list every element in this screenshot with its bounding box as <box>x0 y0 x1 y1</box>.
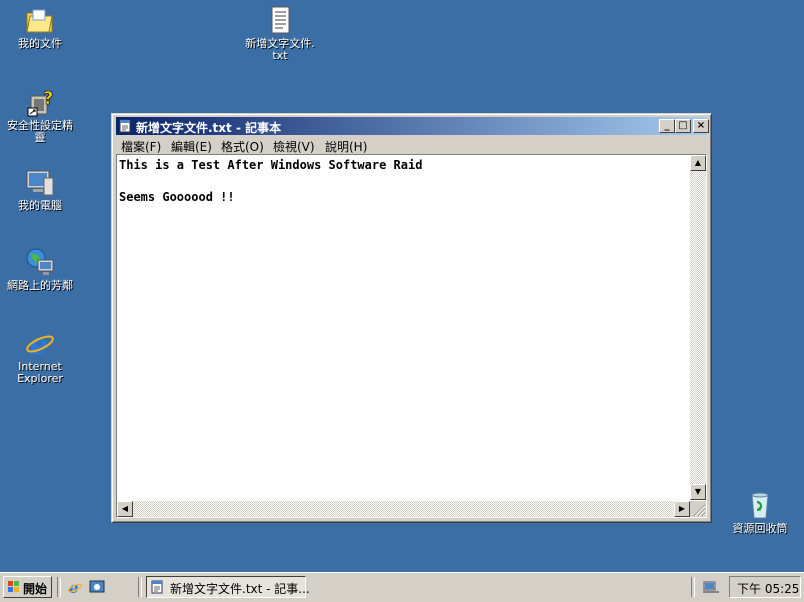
menu-help[interactable]: 說明(H) <box>325 138 367 155</box>
scroll-left-arrow-icon[interactable]: ◀ <box>117 501 133 517</box>
window-titlebar[interactable]: 新增文字文件.txt - 記事本 _ □ × <box>116 117 709 135</box>
taskbar-separator <box>138 577 142 597</box>
recycle-bin-icon <box>744 489 776 521</box>
menu-view[interactable]: 檢視(V) <box>273 138 315 155</box>
horizontal-scrollbar[interactable]: ◀ ▶ <box>117 501 690 517</box>
start-button[interactable]: 開始 <box>3 576 52 598</box>
security-wizard-icon: ? <box>24 86 56 118</box>
vertical-scrollbar[interactable]: ▲ ▼ <box>690 155 706 500</box>
clock[interactable]: 下午 05:25 <box>737 580 799 597</box>
desktop-icon-label: Internet Explorer <box>17 360 63 385</box>
desktop-icon-internet-explorer[interactable]: e Internet Explorer <box>2 327 78 385</box>
desktop-icon-network-places[interactable]: 網路上的芳鄰 <box>2 246 78 292</box>
desktop-icon-recycle-bin[interactable]: 資源回收筒 <box>722 489 798 535</box>
window-title: 新增文字文件.txt - 記事本 <box>136 121 282 135</box>
svg-text:?: ? <box>43 88 53 109</box>
text-editor-area[interactable]: This is a Test After Windows Software Ra… <box>116 154 707 518</box>
notepad-window[interactable]: 新增文字文件.txt - 記事本 _ □ × 檔案(F) 編輯(E) 格式(O)… <box>111 113 712 523</box>
menu-file[interactable]: 檔案(F) <box>121 138 161 155</box>
notepad-icon <box>119 119 132 133</box>
taskbar-separator <box>57 577 61 597</box>
svg-text:e: e <box>69 579 79 595</box>
internet-explorer-quicklaunch-icon[interactable]: e <box>67 579 83 597</box>
menu-bar: 檔案(F) 編輯(E) 格式(O) 檢視(V) 說明(H) <box>116 136 707 154</box>
taskbar-notepad-button[interactable]: 新增文字文件.txt - 記事... <box>146 576 310 598</box>
network-places-icon <box>24 246 56 278</box>
document-text: This is a Test After Windows Software Ra… <box>119 158 423 204</box>
close-button[interactable]: × <box>693 119 709 133</box>
desktop-icon-label: 我的電腦 <box>18 199 62 212</box>
taskbar-separator <box>691 577 695 597</box>
scroll-down-arrow-icon[interactable]: ▼ <box>690 484 706 500</box>
menu-edit[interactable]: 編輯(E) <box>171 138 212 155</box>
desktop-icon-my-computer[interactable]: 我的電腦 <box>2 166 78 212</box>
maximize-button[interactable]: □ <box>675 119 691 133</box>
menu-format[interactable]: 格式(O) <box>221 138 264 155</box>
desktop-icon-label: 網路上的芳鄰 <box>7 279 73 292</box>
notepad-icon <box>151 580 164 594</box>
computer-icon <box>24 166 56 198</box>
desktop-icon-label: 我的文件 <box>18 37 62 50</box>
system-tray: 下午 05:25 <box>729 576 801 598</box>
start-label: 開始 <box>23 582 48 596</box>
desktop-icon-label: 新增文字文件. txt <box>245 37 315 62</box>
desktop-icon-new-text-file[interactable]: 新增文字文件. txt <box>242 4 318 62</box>
internet-explorer-icon: e <box>24 327 56 361</box>
network-tray-icon[interactable] <box>702 579 719 595</box>
taskbar-button-label: 新增文字文件.txt - 記事... <box>170 582 310 596</box>
desktop-icon-my-documents[interactable]: 我的文件 <box>2 4 78 50</box>
windows-logo-icon <box>7 580 21 594</box>
desktop-icon-label: 安全性設定精 靈 <box>7 119 73 144</box>
minimize-button[interactable]: _ <box>659 119 675 133</box>
desktop-icon-label: 資源回收筒 <box>732 522 788 535</box>
scroll-right-arrow-icon[interactable]: ▶ <box>674 501 690 517</box>
taskbar: 開始 e 新增文字文件.txt - 記事... 下午 05:25 <box>0 572 804 602</box>
desktop-icon-security-wizard[interactable]: ? 安全性設定精 靈 <box>2 86 78 144</box>
folder-icon <box>24 4 56 36</box>
scroll-up-arrow-icon[interactable]: ▲ <box>690 155 706 171</box>
text-document-icon <box>264 4 296 36</box>
resize-grip-icon[interactable] <box>690 501 706 517</box>
show-desktop-quicklaunch-icon[interactable] <box>89 579 105 595</box>
